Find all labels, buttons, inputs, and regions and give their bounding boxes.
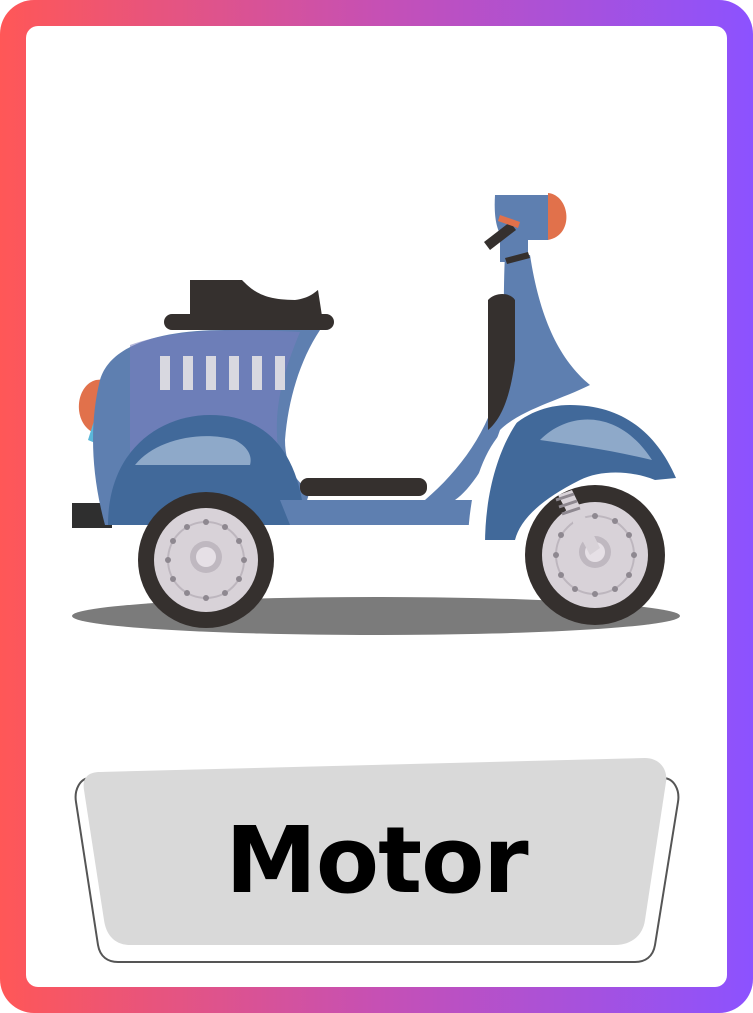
front-wheel (525, 485, 665, 625)
floor-mat (300, 478, 427, 496)
headlight (548, 193, 567, 240)
seat (190, 280, 322, 316)
rear-wheel (138, 492, 274, 628)
floor-board (280, 500, 480, 525)
seat-base (164, 314, 334, 330)
word-label: Motor (225, 806, 528, 914)
